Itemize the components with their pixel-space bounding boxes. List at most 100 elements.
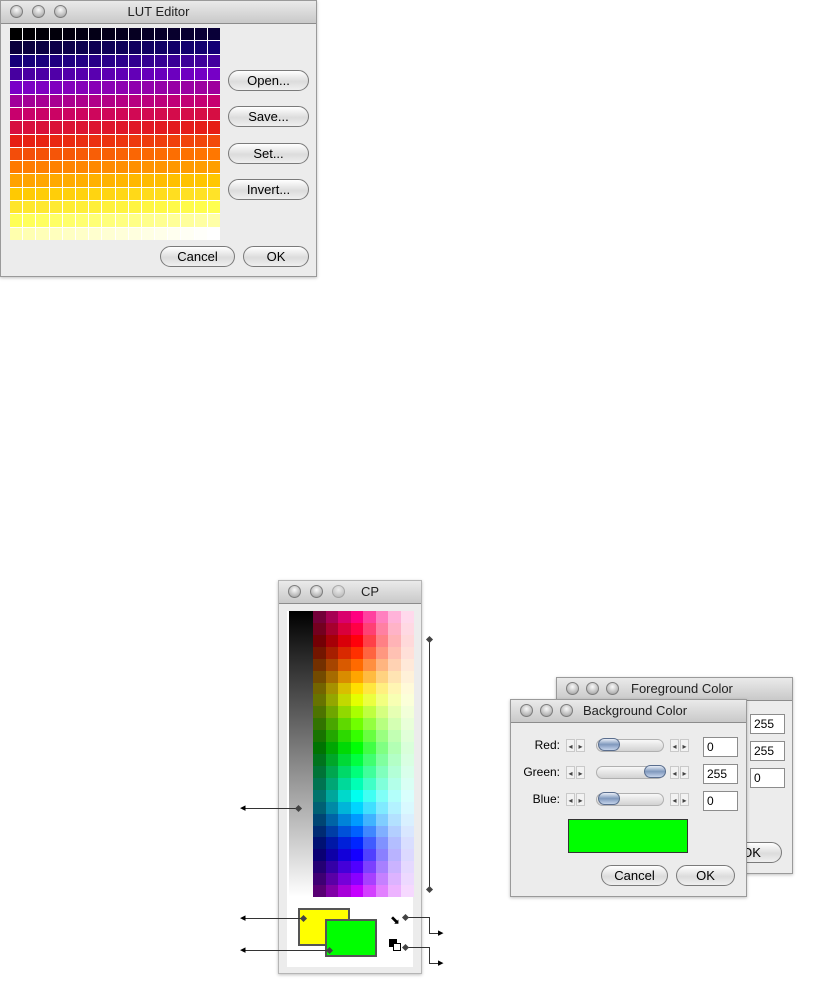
lut-cell[interactable] xyxy=(194,187,207,201)
cp-titlebar[interactable]: CP xyxy=(279,581,421,604)
lut-cell[interactable] xyxy=(62,28,75,41)
lut-cell[interactable] xyxy=(10,187,23,201)
palette-swatch[interactable] xyxy=(388,646,401,660)
palette-swatch[interactable] xyxy=(313,765,326,779)
lut-cell[interactable] xyxy=(115,214,128,227)
lut-cell[interactable] xyxy=(89,67,102,81)
lut-cell[interactable] xyxy=(102,187,115,201)
lut-cell[interactable] xyxy=(181,41,194,54)
palette-swatch[interactable] xyxy=(388,885,401,898)
lut-cell[interactable] xyxy=(62,107,75,121)
palette-swatch[interactable] xyxy=(350,861,364,874)
lut-cell[interactable] xyxy=(128,161,141,174)
grayscale-ramp[interactable] xyxy=(289,611,313,897)
lut-cell[interactable] xyxy=(194,174,207,187)
lut-cell[interactable] xyxy=(115,121,128,134)
lut-cell[interactable] xyxy=(102,121,115,134)
lut-cell[interactable] xyxy=(181,214,194,227)
palette-swatch[interactable] xyxy=(325,670,339,683)
lut-cell[interactable] xyxy=(75,134,89,147)
lut-cell[interactable] xyxy=(141,67,155,81)
palette-swatch[interactable] xyxy=(388,682,401,695)
palette-swatch[interactable] xyxy=(350,801,364,815)
palette-swatch[interactable] xyxy=(325,813,339,826)
lut-cell[interactable] xyxy=(194,147,207,161)
palette-swatch[interactable] xyxy=(325,849,339,862)
lut-cell[interactable] xyxy=(49,81,62,94)
lut-cell[interactable] xyxy=(141,94,155,107)
close-window-button[interactable] xyxy=(566,682,579,695)
palette-swatch[interactable] xyxy=(338,694,351,707)
lut-cell[interactable] xyxy=(102,54,115,67)
palette-swatch[interactable] xyxy=(350,754,364,767)
lut-cell[interactable] xyxy=(75,94,89,107)
palette-swatch[interactable] xyxy=(375,861,389,874)
palette-swatch[interactable] xyxy=(363,730,376,743)
palette-swatch[interactable] xyxy=(363,718,376,731)
lut-cell[interactable] xyxy=(155,121,168,134)
palette-swatch[interactable] xyxy=(363,777,376,791)
lut-cell[interactable] xyxy=(207,121,220,134)
cancel-button[interactable]: Cancel xyxy=(601,865,668,886)
palette-swatch[interactable] xyxy=(388,861,401,874)
palette-swatch[interactable] xyxy=(375,765,389,779)
palette-swatch[interactable] xyxy=(325,801,339,815)
lut-cell[interactable] xyxy=(10,81,23,94)
lut-cell[interactable] xyxy=(194,81,207,94)
lut-cell[interactable] xyxy=(23,214,36,227)
lut-cell[interactable] xyxy=(102,81,115,94)
lut-cell[interactable] xyxy=(115,54,128,67)
slider-thumb[interactable] xyxy=(598,738,620,751)
palette-swatch[interactable] xyxy=(388,873,401,886)
right-arrow-icon[interactable]: ▸ xyxy=(680,766,689,779)
lut-cell[interactable] xyxy=(89,187,102,201)
palette-swatch[interactable] xyxy=(400,861,414,874)
lut-cell[interactable] xyxy=(207,54,220,67)
palette-swatch[interactable] xyxy=(350,646,364,660)
lut-cell[interactable] xyxy=(23,187,36,201)
palette-swatch[interactable] xyxy=(350,742,364,755)
palette-swatch[interactable] xyxy=(388,730,401,743)
lut-cell[interactable] xyxy=(89,94,102,107)
background-swatch[interactable] xyxy=(325,919,377,957)
lut-cell[interactable] xyxy=(115,174,128,187)
lut-cell[interactable] xyxy=(168,67,181,81)
lut-cell[interactable] xyxy=(155,134,168,147)
lut-cell[interactable] xyxy=(168,147,181,161)
lut-cell[interactable] xyxy=(36,67,49,81)
lut-cell[interactable] xyxy=(115,94,128,107)
lut-cell[interactable] xyxy=(23,227,36,240)
palette-swatch[interactable] xyxy=(375,622,389,636)
lut-cell[interactable] xyxy=(155,147,168,161)
palette-swatch[interactable] xyxy=(363,837,376,850)
palette-swatch[interactable] xyxy=(338,718,351,731)
palette-swatch[interactable] xyxy=(338,765,351,779)
lut-cell[interactable] xyxy=(89,174,102,187)
palette-swatch[interactable] xyxy=(313,801,326,815)
palette-swatch[interactable] xyxy=(350,789,364,803)
lut-cell[interactable] xyxy=(194,134,207,147)
lut-cell[interactable] xyxy=(62,147,75,161)
lut-cell[interactable] xyxy=(168,201,181,214)
lut-cell[interactable] xyxy=(62,94,75,107)
palette-swatch[interactable] xyxy=(375,634,389,648)
lut-cell[interactable] xyxy=(102,227,115,240)
lut-cell[interactable] xyxy=(23,134,36,147)
lut-cell[interactable] xyxy=(62,81,75,94)
palette-swatch[interactable] xyxy=(375,873,389,886)
lut-cell[interactable] xyxy=(128,187,141,201)
palette-swatch[interactable] xyxy=(375,694,389,707)
palette-swatch[interactable] xyxy=(350,706,364,719)
palette-swatch[interactable] xyxy=(350,813,364,826)
lut-cell[interactable] xyxy=(168,161,181,174)
palette-swatch[interactable] xyxy=(388,694,401,707)
lut-cell[interactable] xyxy=(10,201,23,214)
lut-cell[interactable] xyxy=(128,41,141,54)
lut-cell[interactable] xyxy=(89,201,102,214)
lut-cell[interactable] xyxy=(49,107,62,121)
lut-cell[interactable] xyxy=(89,161,102,174)
lut-cell[interactable] xyxy=(75,41,89,54)
lut-cell[interactable] xyxy=(10,41,23,54)
ok-button[interactable]: OK xyxy=(676,865,735,886)
slider-thumb[interactable] xyxy=(598,792,620,805)
